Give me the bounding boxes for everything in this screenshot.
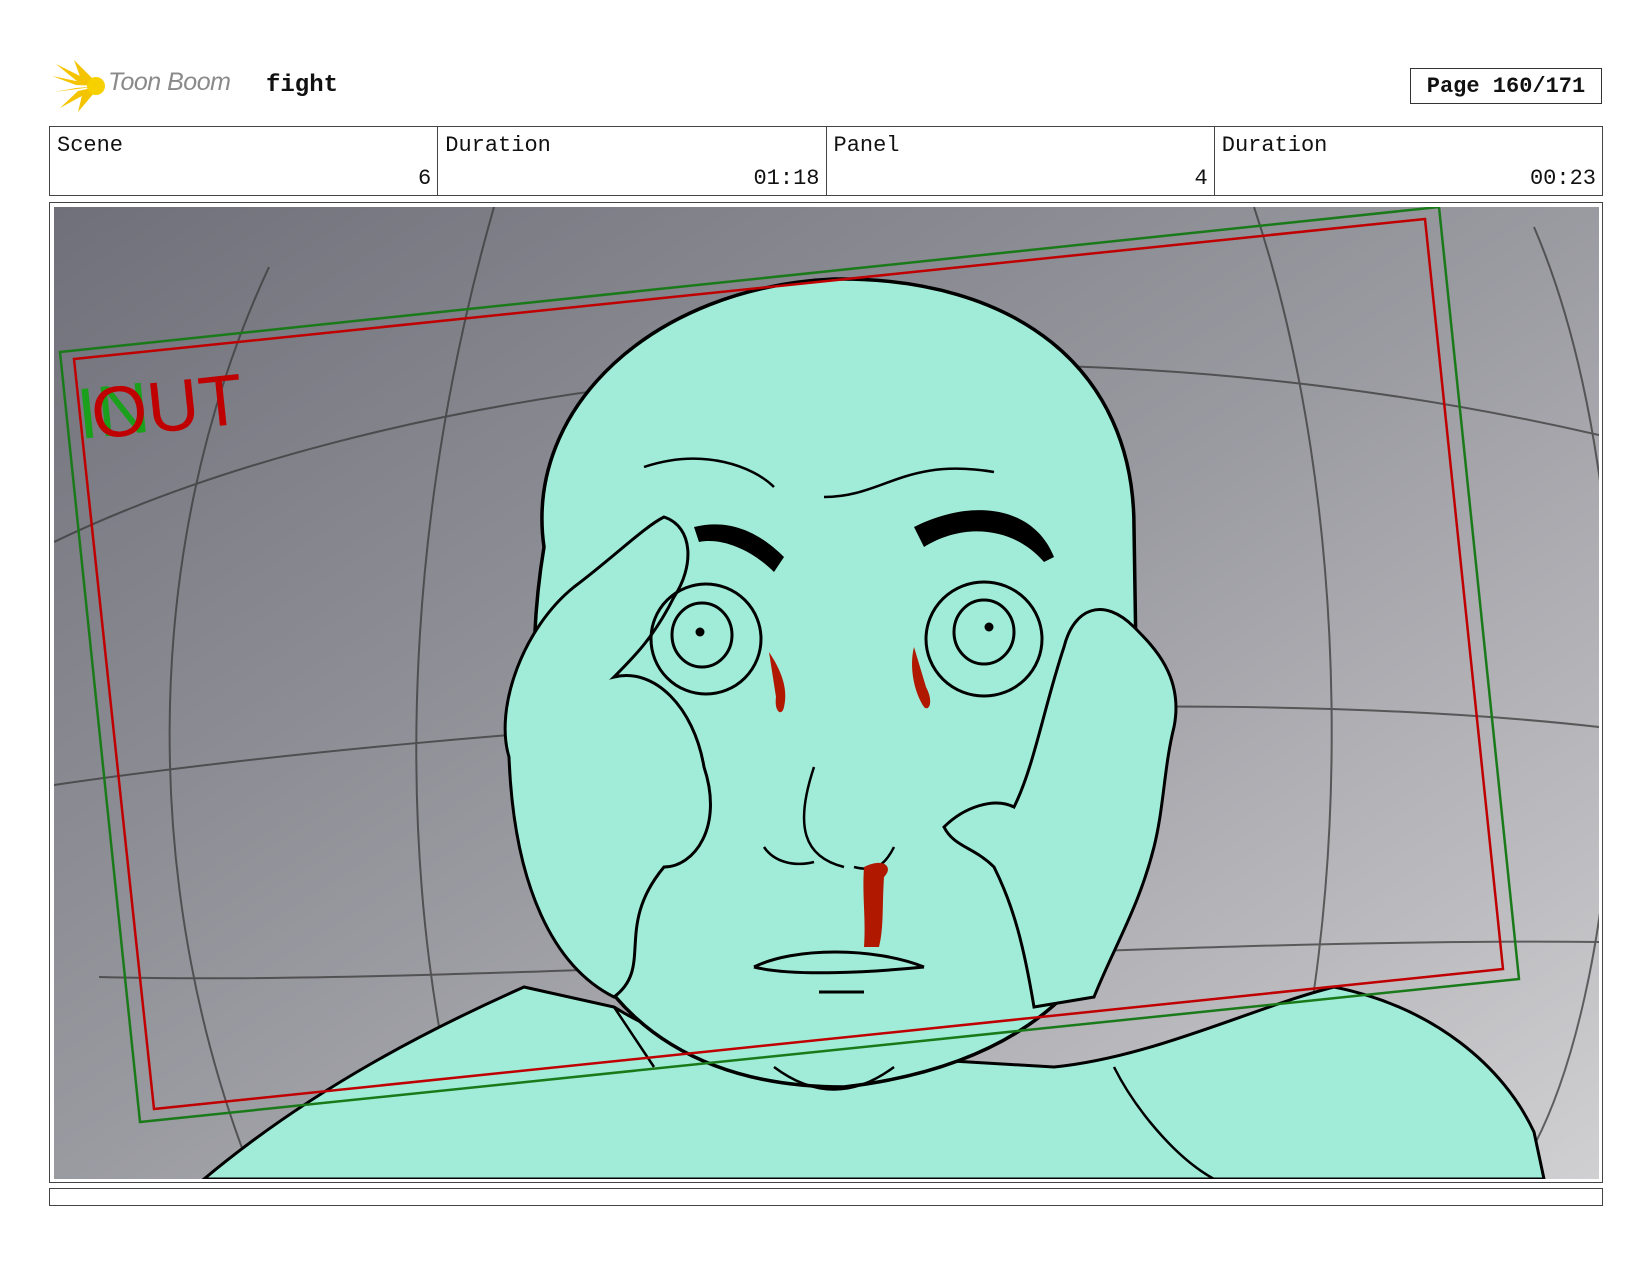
panel-label: Panel [833,133,900,158]
burst-icon [52,60,105,112]
scene-duration-label: Duration [445,133,551,158]
page-number: Page 160/171 [1410,68,1602,104]
scene-cell: Scene 6 [50,127,439,195]
panel-info-row: Scene 6 Duration 01:18 Panel 4 Duration … [49,126,1603,196]
scene-value: 6 [418,166,432,191]
panel-cell: Panel 4 [827,127,1215,195]
toon-boom-logo: Toon Boom [52,58,252,114]
scene-label: Scene [57,133,124,158]
out-marker: OUT [87,359,247,454]
scene-duration-value: 01:18 [753,166,820,191]
storyboard-panel-drawing: IN OUT [54,207,1599,1179]
panel-duration-cell: Duration 00:23 [1215,127,1602,195]
panel-caption [49,1188,1603,1206]
panel-duration-value: 00:23 [1529,166,1596,191]
scene-duration-cell: Duration 01:18 [438,127,827,195]
project-title: fight [266,72,339,99]
panel-value: 4 [1194,166,1208,191]
panel-duration-label: Duration [1221,133,1328,158]
logo-text: Toon Boom [108,68,231,96]
